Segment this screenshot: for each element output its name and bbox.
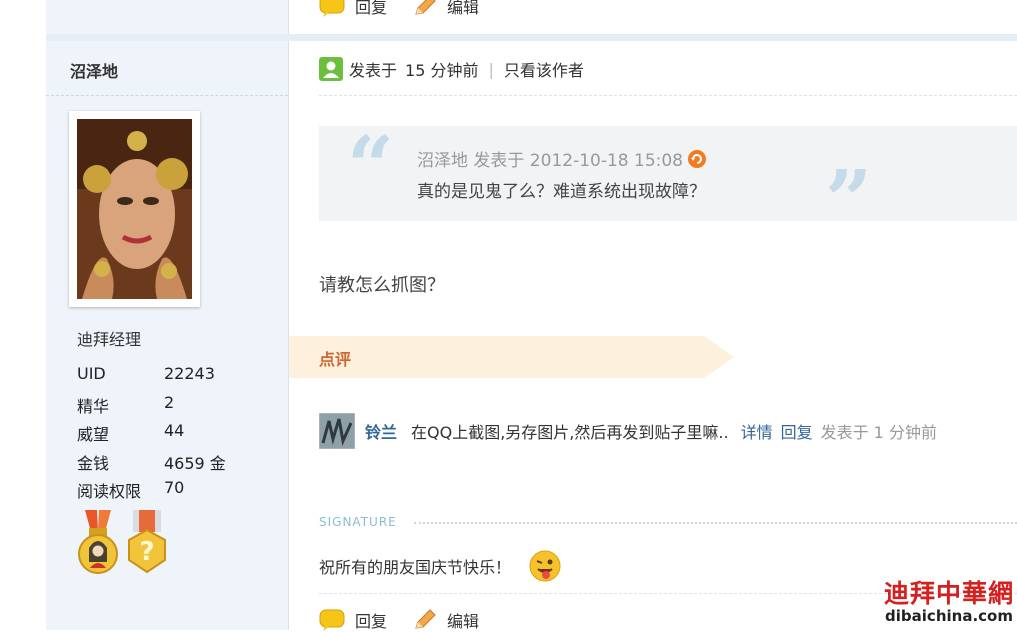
tongue-wink-emoji-icon — [529, 550, 561, 582]
stat-value[interactable]: 4659 金 — [164, 450, 226, 479]
author-stats: UID 22243 精华 2 威望 44 金钱 4659 金 阅读权限 70 — [77, 364, 226, 507]
question-medal-icon[interactable]: ? — [125, 510, 169, 576]
meta-divider: | — [488, 59, 494, 79]
reply-label: 回复 — [355, 0, 388, 17]
review-label: 点评 — [319, 350, 352, 369]
bottom-post-actions: 回复 编辑 — [319, 608, 505, 632]
quote-open-icon: “ — [347, 119, 395, 215]
avatar-image — [77, 119, 192, 299]
posted-time: 15 分钟前 — [405, 61, 479, 80]
author-name[interactable]: 沼泽地 — [70, 58, 118, 82]
author-avatar-frame[interactable] — [69, 111, 200, 307]
goto-post-icon[interactable] — [687, 149, 707, 169]
comment-time: 发表于 1 分钟前 — [820, 423, 937, 442]
post-meta: 发表于 15 分钟前 | 只看该作者 — [319, 57, 584, 81]
reply-icon — [319, 0, 345, 17]
stat-row-prestige: 威望 44 — [77, 421, 226, 450]
author-medals: ? — [77, 510, 169, 576]
stat-row-read-permission: 阅读权限 70 — [77, 478, 226, 507]
review-banner — [289, 336, 734, 378]
stat-label: 阅读权限 — [77, 482, 142, 501]
top-post-actions: 回复 编辑 — [319, 0, 505, 18]
site-watermark: 迪拜中華網 dibaichina.com — [884, 579, 1015, 625]
stat-value: 70 — [164, 478, 185, 497]
left-gutter — [0, 0, 46, 630]
svg-text:?: ? — [139, 537, 154, 567]
comment-reply-link[interactable]: 回复 — [781, 419, 813, 443]
stat-value[interactable]: 22243 — [164, 364, 215, 393]
review-comment: 铃兰 在QQ上截图,另存图片,然后再发到贴子里嘛.. 详情 回复 发表于 1 分… — [319, 413, 937, 449]
author-rank[interactable]: 迪拜经理 — [77, 326, 141, 350]
quote-text: 真的是见鬼了么？难道系统出现故障？ — [417, 182, 706, 202]
female-avatar-medal-icon[interactable] — [77, 510, 119, 576]
quote-close-icon: ” — [825, 153, 873, 249]
author-divider — [46, 95, 288, 96]
signature-label: SIGNATURE — [319, 515, 397, 529]
stat-label: 金钱 — [77, 453, 110, 473]
post-body: 请教怎么抓图？ — [319, 275, 445, 296]
edit-pencil-icon — [415, 609, 436, 629]
stat-value[interactable]: 44 — [164, 421, 184, 450]
bottom-edit-button[interactable]: 编辑 — [413, 608, 479, 632]
comment-text: 在QQ上截图,另存图片,然后再发到贴子里嘛.. — [411, 423, 729, 442]
commenter-avatar[interactable] — [319, 413, 355, 449]
quote-header-text: 沼泽地 发表于 2012-10-18 15:08 — [417, 151, 683, 171]
stat-row-essence: 精华 2 — [77, 393, 226, 422]
bottom-reply-button[interactable]: 回复 — [319, 608, 387, 632]
stat-label: 威望 — [77, 425, 110, 444]
quote-header: 沼泽地 发表于 2012-10-18 15:08 — [417, 146, 707, 171]
stat-value[interactable]: 2 — [164, 393, 174, 422]
top-reply-button[interactable]: 回复 — [319, 0, 387, 18]
reply-icon — [319, 609, 345, 631]
reply-label: 回复 — [355, 612, 388, 631]
post-main: 回复 编辑 发表于 15 分钟前 | 只看该作者 “ ” 沼泽地 发表于 201… — [289, 0, 1017, 632]
stat-label: UID — [77, 364, 106, 383]
edit-label: 编辑 — [447, 0, 480, 17]
stat-row-uid: UID 22243 — [77, 364, 226, 393]
only-author-link[interactable]: 只看该作者 — [504, 57, 584, 81]
signature-text: 祝所有的朋友国庆节快乐！ — [319, 558, 512, 577]
commenter-name[interactable]: 铃兰 — [365, 419, 397, 443]
watermark-cn: 迪拜中華網 — [884, 579, 1015, 608]
signature-divider — [414, 522, 1017, 524]
comment-detail-link[interactable]: 详情 — [741, 419, 773, 443]
top-edit-button[interactable]: 编辑 — [413, 0, 479, 18]
online-user-icon — [319, 57, 343, 81]
signature: 祝所有的朋友国庆节快乐！ — [319, 550, 561, 582]
author-avatar[interactable] — [77, 119, 192, 299]
meta-divider-line — [319, 95, 1017, 96]
posted-prefix: 发表于 — [349, 61, 398, 80]
stat-label: 精华 — [77, 396, 110, 416]
stat-row-money: 金钱 4659 金 — [77, 450, 226, 479]
edit-pencil-icon — [415, 0, 436, 15]
watermark-en: dibaichina.com — [885, 607, 1013, 625]
quote-block: “ ” 沼泽地 发表于 2012-10-18 15:08 真的是见鬼了么？难道系… — [319, 119, 1017, 242]
edit-label: 编辑 — [447, 612, 480, 631]
